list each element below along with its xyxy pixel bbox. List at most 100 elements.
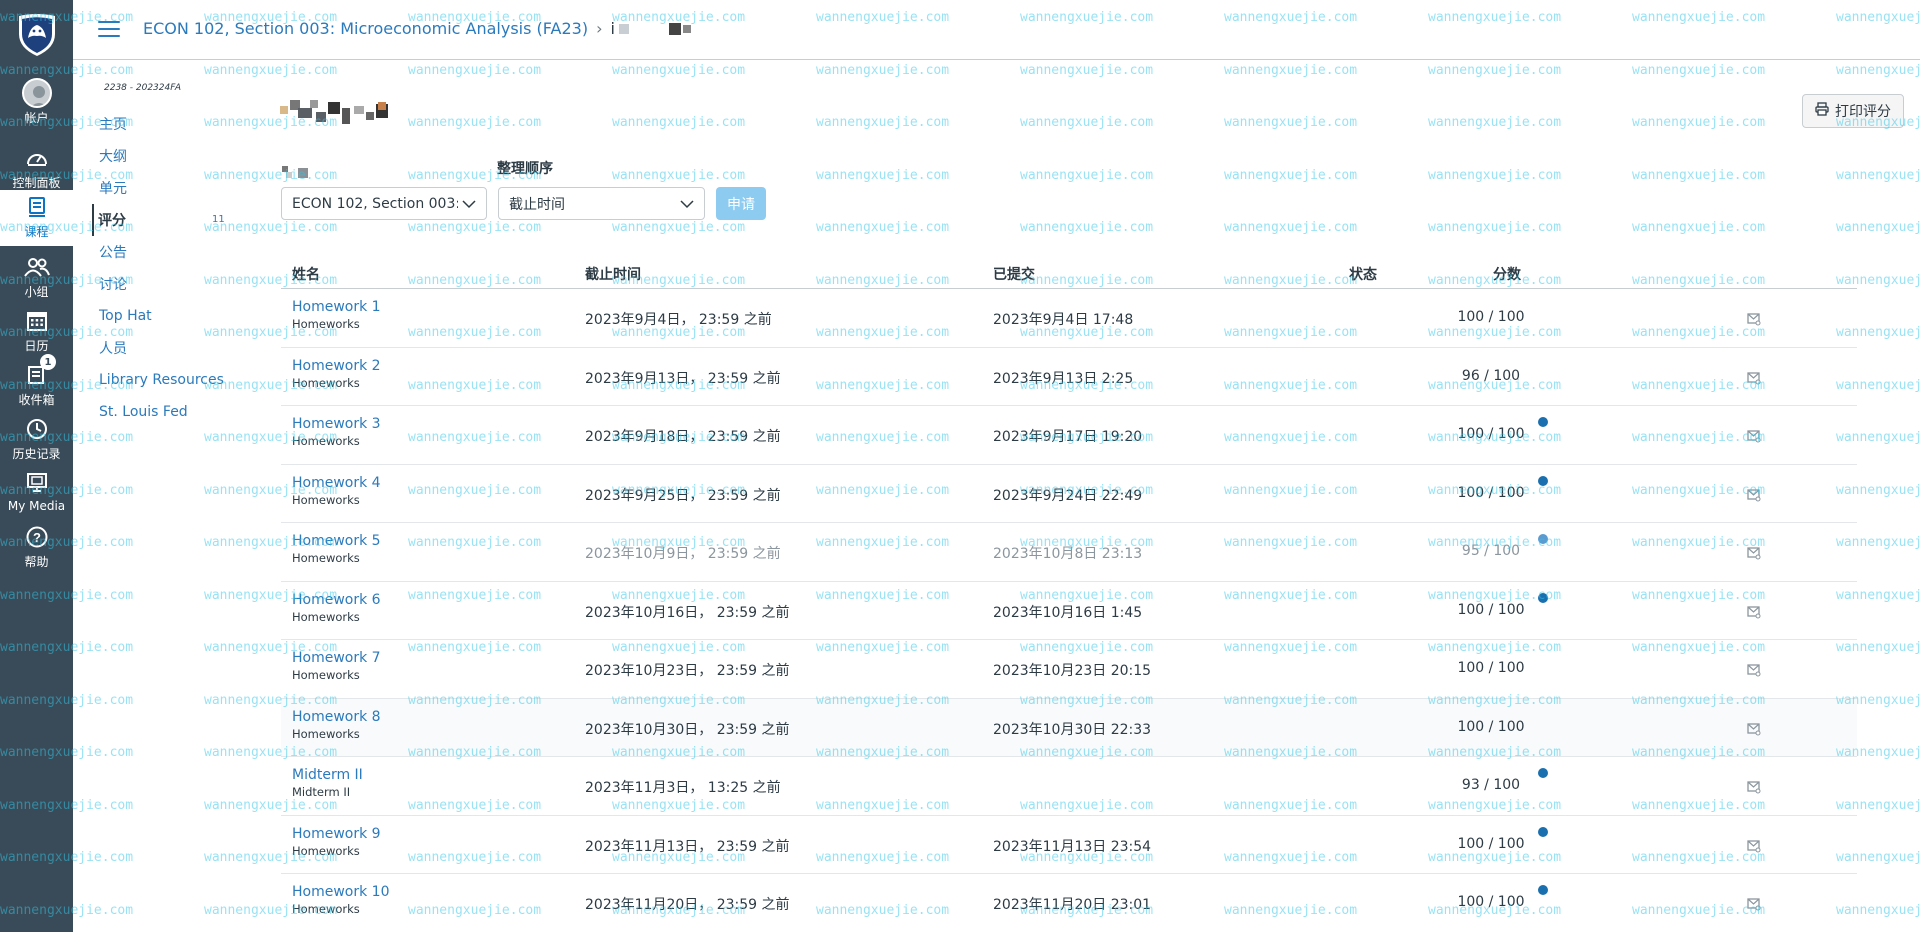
breadcrumb-current[interactable]: i: [610, 19, 614, 38]
inbox-unread-badge: 1: [40, 354, 56, 370]
due-date: 2023年9月25日， 23:59 之前: [585, 487, 781, 504]
assignment-link[interactable]: Homework 5: [292, 533, 381, 549]
score-value: 100 / 100: [1457, 309, 1525, 325]
watermark-text: wannengxuejie.com: [1836, 62, 1920, 78]
dashboard-icon: [22, 143, 52, 173]
global-nav-account[interactable]: 帐户: [0, 76, 73, 130]
column-header-score[interactable]: 分数: [1493, 264, 1521, 284]
assignment-group: Homeworks: [292, 375, 360, 390]
score-value: 100 / 100: [1457, 660, 1525, 676]
assignment-link[interactable]: Homework 7: [292, 650, 381, 666]
assignment-group: Homeworks: [292, 668, 360, 682]
assignment-link[interactable]: Midterm II: [292, 767, 363, 783]
assignment-group: Homeworks: [292, 902, 360, 916]
comment-details-icon[interactable]: [1746, 779, 1762, 795]
column-header-status[interactable]: 状态: [1349, 264, 1377, 284]
unread-comment-dot-icon[interactable]: [1538, 768, 1548, 778]
assignment-group: Homeworks: [292, 434, 360, 448]
watermark-text: wannengxuejie.com: [1428, 220, 1562, 235]
my-media-icon: [22, 468, 52, 498]
unread-comment-dot-icon[interactable]: [1538, 826, 1548, 837]
comment-details-icon[interactable]: [1746, 721, 1762, 737]
comment-details-icon[interactable]: [1746, 896, 1762, 912]
course-nav-discussions[interactable]: 讨论: [94, 268, 264, 300]
course-menu-toggle-icon[interactable]: [98, 21, 120, 39]
university-shield-logo-icon[interactable]: [13, 10, 61, 58]
course-nav-syllabus[interactable]: 大纲: [94, 140, 264, 172]
global-nav-label: 历史记录: [12, 447, 61, 461]
table-row: Homework 9 Homeworks 2023年11月13日， 23:59 之前…: [281, 816, 1857, 874]
due-date: 2023年9月13日， 23:59 之前: [585, 370, 781, 387]
breadcrumb-course-link[interactable]: ECON 102, Section 003: Microeconomic Ana…: [143, 19, 588, 38]
course-select[interactable]: ECON 102, Section 003: M: [281, 187, 487, 220]
assignment-cell: Homework 1 Homeworks: [292, 299, 381, 331]
course-nav-people[interactable]: 人员: [94, 332, 264, 364]
global-nav-courses[interactable]: 课程: [0, 190, 73, 246]
course-nav-st-louis-fed[interactable]: St. Louis Fed: [94, 396, 264, 428]
assignment-link[interactable]: Homework 8: [292, 709, 381, 725]
watermark-text: wannengxuejie.com: [816, 220, 950, 235]
course-nav-announcements[interactable]: 公告: [94, 236, 264, 268]
course-nav-top-hat[interactable]: Top Hat: [94, 300, 264, 332]
course-nav-library-resources[interactable]: Library Resources: [94, 364, 264, 396]
watermark-text: wannengxuejie.com: [408, 62, 542, 78]
chevron-down-icon: [462, 197, 476, 211]
table-row: Homework 7 Homeworks 2023年10月23日， 23:59 之前…: [281, 640, 1857, 699]
watermark-text: wannengxuejie.com: [612, 167, 746, 183]
column-header-due[interactable]: 截止时间: [585, 264, 641, 284]
comment-details-icon[interactable]: [1746, 370, 1762, 386]
breadcrumb-separator-icon: ›: [596, 19, 603, 38]
watermark-text: wannengxuejie.com: [612, 115, 746, 130]
sort-order-select[interactable]: 截止时间: [498, 187, 705, 220]
global-nav-help[interactable]: ? 帮助: [0, 520, 73, 574]
assignment-link[interactable]: Homework 2: [292, 358, 381, 374]
table-row: Homework 1 Homeworks 2023年9月4日， 23:59 之前 20…: [281, 289, 1857, 348]
assignment-link[interactable]: Homework 1: [292, 299, 381, 315]
global-nav-label: 收件箱: [18, 393, 55, 407]
printer-icon: [1815, 102, 1829, 120]
global-nav-calendar[interactable]: 日历: [0, 304, 73, 358]
table-row: Homework 6 Homeworks 2023年10月16日， 23:59 之前…: [281, 582, 1857, 640]
apply-button[interactable]: 申请: [716, 187, 766, 220]
global-nav-inbox[interactable]: 1 收件箱: [0, 354, 73, 412]
comment-details-icon[interactable]: [1746, 604, 1762, 620]
print-grades-button[interactable]: 打印评分: [1802, 94, 1904, 128]
column-header-submitted[interactable]: 已提交: [993, 264, 1035, 284]
global-nav-my-media[interactable]: My Media: [0, 466, 73, 520]
comment-details-icon[interactable]: [1746, 838, 1762, 854]
comment-details-icon[interactable]: [1746, 662, 1762, 678]
assignment-group: Homeworks: [292, 317, 360, 331]
course-nav-modules[interactable]: 单元: [94, 172, 264, 204]
unread-comment-dot-icon[interactable]: [1538, 592, 1548, 603]
unread-comment-dot-icon[interactable]: [1538, 475, 1548, 486]
assignment-link[interactable]: Homework 4: [292, 475, 381, 491]
assignment-cell: Homework 8 Homeworks: [292, 709, 381, 741]
assignment-link[interactable]: Homework 10: [292, 884, 390, 900]
assignment-link[interactable]: Homework 3: [292, 416, 381, 432]
comment-details-icon[interactable]: [1746, 545, 1762, 561]
submitted-date: 2023年9月24日 22:49: [993, 487, 1143, 504]
global-nav-history[interactable]: 历史记录: [0, 412, 73, 466]
global-nav-groups[interactable]: 小组: [0, 250, 73, 304]
assignment-link[interactable]: Homework 6: [292, 592, 381, 608]
unread-comment-dot-icon[interactable]: [1538, 885, 1548, 895]
comment-details-icon[interactable]: [1746, 311, 1762, 327]
global-nav-dashboard[interactable]: 控制面板: [0, 141, 73, 195]
course-nav-label: 评分: [98, 213, 126, 229]
svg-text:?: ?: [33, 530, 41, 545]
watermark-text: wannengxuejie.com: [1836, 220, 1920, 235]
course-nav-home[interactable]: 主页: [94, 108, 264, 140]
comment-details-icon[interactable]: [1746, 487, 1762, 503]
watermark-text: wannengxuejie.com: [408, 220, 542, 235]
column-header-name[interactable]: 姓名: [292, 264, 320, 284]
due-date: 2023年9月18日， 23:59 之前: [585, 429, 781, 445]
comment-details-icon[interactable]: [1746, 428, 1762, 444]
assignment-link[interactable]: Homework 9: [292, 826, 381, 842]
redacted-pixels: [668, 22, 681, 35]
unread-comment-dot-icon[interactable]: [1538, 417, 1548, 427]
unread-comment-dot-icon[interactable]: [1538, 534, 1548, 544]
course-nav-grades[interactable]: 评分 11: [92, 204, 264, 236]
global-nav-label: 控制面板: [12, 176, 61, 190]
watermark-text: wannengxuejie.com: [612, 220, 746, 235]
due-date: 2023年10月23日， 23:59 之前: [585, 663, 790, 679]
